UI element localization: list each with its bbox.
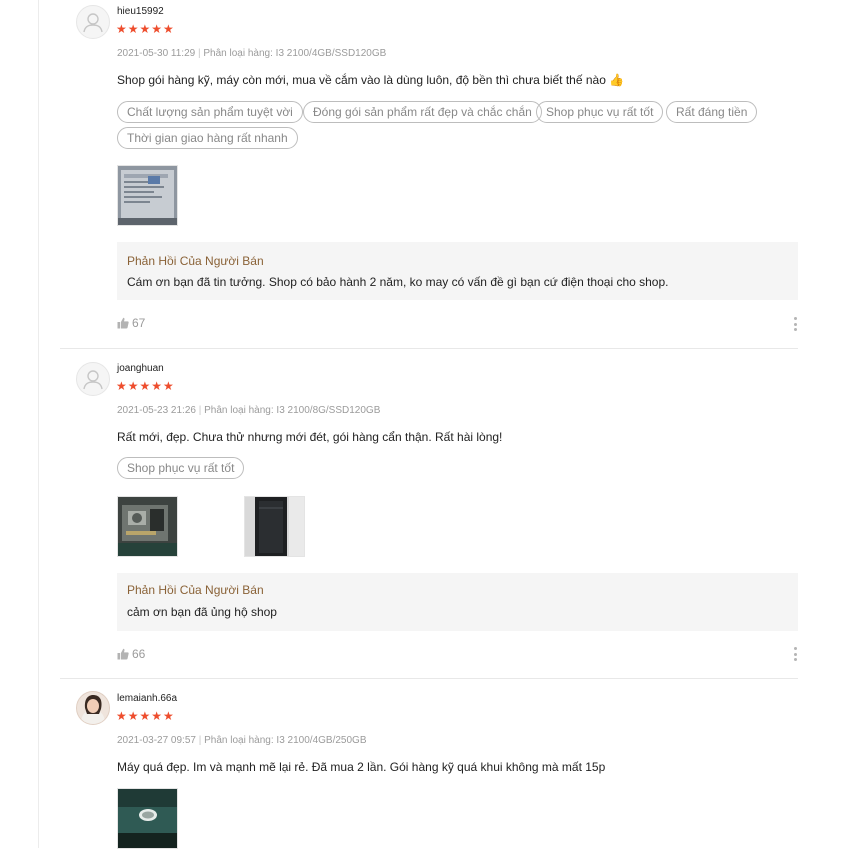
review-image[interactable] [244, 496, 305, 557]
more-vertical-icon[interactable] [792, 317, 798, 331]
seller-reply-title: Phản Hồi Của Người Bán [127, 254, 264, 268]
review-variation: Phân loại hàng: I3 2100/4GB/SSD120GB [203, 48, 387, 59]
review-tag: Đóng gói sản phẩm rất đẹp và chắc chắn [303, 101, 542, 123]
seller-reply-title: Phản Hồi Của Người Bán [127, 583, 264, 597]
content-divider [38, 0, 39, 848]
laptop-screen-photo [118, 166, 177, 225]
avatar[interactable] [76, 691, 110, 725]
pc-internals-photo [118, 497, 177, 556]
review-item: hieu15992 ★★★★★ 2021-05-30 11:29 | Phân … [60, 0, 798, 349]
meta-separator: | [198, 48, 201, 59]
more-vertical-icon[interactable] [792, 647, 798, 661]
review-username[interactable]: lemaianh.66a [117, 693, 177, 704]
review-username[interactable]: joanghuan [117, 363, 164, 374]
review-tag: Shop phục vụ rất tốt [536, 101, 664, 123]
review-date: 2021-05-23 21:26 [117, 405, 196, 416]
review-text: Rất mới, đẹp. Chưa thử nhưng mới đét, gó… [117, 430, 503, 444]
review-tag: Chất lượng sản phẩm tuyệt vời [117, 101, 303, 123]
review-image[interactable] [117, 788, 178, 849]
review-tag: Thời gian giao hàng rất nhanh [117, 127, 298, 149]
review-tag: Rất đáng tiền [666, 101, 758, 123]
user-icon [83, 13, 103, 33]
review-text: Máy quá đẹp. Im và mạnh mẽ lại rẻ. Đã mu… [117, 760, 606, 774]
review-date: 2021-05-30 11:29 [117, 48, 196, 59]
review-meta: 2021-05-23 21:26 | Phân loại hàng: I3 21… [117, 405, 380, 416]
thumbs-up-icon [117, 317, 129, 329]
review-image[interactable] [117, 165, 178, 226]
review-variation: Phân loại hàng: I3 2100/8G/SSD120GB [204, 405, 381, 416]
star-rating: ★★★★★ [116, 709, 175, 723]
review-image[interactable] [117, 496, 178, 557]
like-count: 66 [132, 647, 146, 661]
review-meta: 2021-03-27 09:57 | Phân loại hàng: I3 21… [117, 735, 366, 746]
review-meta: 2021-05-30 11:29 | Phân loại hàng: I3 21… [117, 48, 386, 59]
meta-separator: | [198, 735, 202, 746]
review-text: Shop gói hàng kỹ, máy còn mới, mua về cắ… [117, 73, 625, 87]
review-variation: Phân loại hàng: I3 2100/4GB/250GB [204, 735, 367, 746]
seller-reply: Phản Hồi Của Người Bán cảm ơn bạn đã ủng… [117, 573, 798, 631]
dell-pc-photo [118, 789, 177, 848]
like-count: 67 [132, 316, 146, 330]
review-item: lemaianh.66a ★★★★★ 2021-03-27 09:57 | Ph… [60, 679, 798, 849]
review-item: joanghuan ★★★★★ 2021-05-23 21:26 | Phân … [60, 349, 798, 679]
star-rating: ★★★★★ [116, 379, 175, 393]
like-button[interactable]: 66 [117, 647, 145, 661]
pc-case-photo [245, 497, 304, 556]
meta-separator: | [198, 405, 202, 416]
avatar[interactable] [76, 5, 110, 39]
thumbs-up-icon [117, 648, 129, 660]
review-date: 2021-03-27 09:57 [117, 735, 196, 746]
seller-reply-text: cảm ơn bạn đã ủng hộ shop [127, 605, 277, 619]
user-photo-icon [77, 692, 109, 724]
star-rating: ★★★★★ [116, 22, 175, 36]
seller-reply: Phản Hồi Của Người Bán Cám ơn bạn đã tin… [117, 242, 798, 300]
review-username[interactable]: hieu15992 [117, 6, 164, 17]
user-icon [83, 370, 103, 390]
review-tag: Shop phục vụ rất tốt [117, 457, 245, 479]
seller-reply-text: Cám ơn bạn đã tin tưởng. Shop có bảo hàn… [127, 275, 669, 289]
like-button[interactable]: 67 [117, 316, 145, 330]
avatar[interactable] [76, 362, 110, 396]
